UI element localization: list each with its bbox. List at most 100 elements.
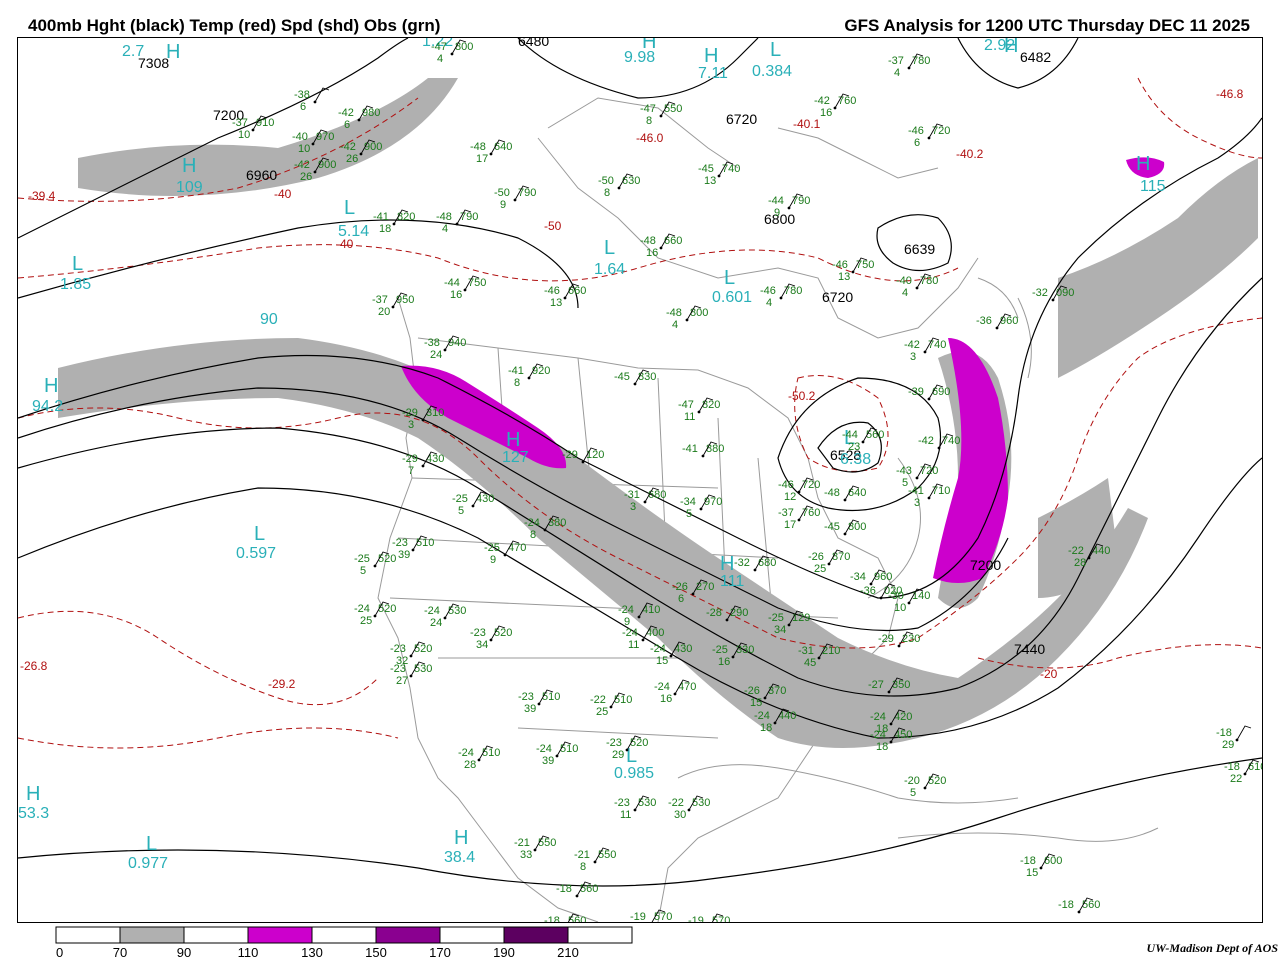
temp-label: -40.1	[793, 117, 821, 131]
station-temp: -36	[976, 315, 992, 327]
station-temp: -24	[654, 681, 670, 693]
temp-label: -50.2	[788, 389, 816, 403]
station-dewpoint: 9	[490, 554, 496, 566]
station-height: 400	[646, 627, 664, 639]
station-obs: -18 610 22	[1224, 759, 1262, 785]
station-temp: -45	[824, 521, 840, 533]
station-height: 450	[894, 729, 912, 741]
center-value: 109	[176, 179, 203, 196]
station-dewpoint: 29	[1222, 739, 1234, 751]
station-height: 530	[448, 605, 466, 617]
station-dewpoint: 3	[914, 497, 920, 509]
station-height: 440	[778, 710, 796, 722]
station-dewpoint: 9	[774, 207, 780, 219]
station-height: 210	[822, 645, 840, 657]
station-dewpoint: 18	[760, 722, 772, 734]
station-dewpoint: 10	[298, 143, 310, 155]
station-temp: -43	[896, 465, 912, 477]
station-temp: -32	[734, 557, 750, 569]
station-obs: -21 550 8	[574, 847, 616, 873]
station-dewpoint: 18	[379, 223, 391, 235]
station-temp: -29	[402, 453, 418, 465]
station-temp: -31	[624, 489, 640, 501]
station-obs: -47 820 11	[678, 397, 720, 423]
station-temp: -32	[1032, 287, 1048, 299]
station-dewpoint: 28	[1074, 557, 1086, 569]
station-dewpoint: 11	[684, 411, 695, 423]
station-temp: -42	[904, 339, 920, 351]
station-height: 820	[397, 211, 415, 223]
station-dewpoint: 4	[437, 53, 443, 65]
height-label: 7200	[970, 557, 1001, 573]
station-dewpoint: 24	[430, 349, 442, 361]
station-height: 820	[702, 399, 720, 411]
station-temp: -18	[1216, 727, 1232, 739]
station-obs: -44 750 16	[444, 275, 486, 301]
station-temp: -30	[888, 590, 904, 602]
station-temp: -23	[614, 797, 630, 809]
height-label: 7440	[1014, 641, 1045, 657]
station-temp: -46	[778, 479, 794, 491]
station-temp: -45	[614, 371, 630, 383]
station-height: 370	[768, 685, 786, 697]
temp-label: -20	[1040, 667, 1058, 681]
station-obs: -24 530 24	[424, 603, 466, 629]
station-height: 270	[696, 581, 714, 593]
colorbar-tick-label: 170	[429, 945, 451, 958]
station-obs: -37 950 20	[372, 292, 414, 318]
station-temp: -24	[536, 743, 552, 755]
station-obs: -50 790 9	[494, 185, 536, 211]
station-height: 750	[468, 277, 486, 289]
station-temp: -22	[590, 694, 606, 706]
station-obs: -25 430 5	[452, 491, 494, 517]
height-label: 6720	[726, 111, 757, 127]
height-label: 6480	[518, 38, 549, 49]
station-dewpoint: 30	[674, 809, 686, 821]
station-temp: -25	[452, 493, 468, 505]
station-dewpoint: 4	[442, 223, 448, 235]
station-height: 920	[532, 365, 550, 377]
station-height: 520	[378, 553, 396, 565]
colorbar-tick-label: 130	[301, 945, 323, 958]
station-dewpoint: 8	[646, 115, 652, 127]
station-temp: -29	[878, 633, 894, 645]
center-value: 53.3	[18, 805, 49, 822]
station-temp: -25	[354, 553, 370, 565]
station-height: 660	[664, 235, 682, 247]
station-height: 560	[866, 429, 884, 441]
center-value: 0.977	[128, 855, 168, 872]
station-obs: -1829	[1216, 725, 1252, 751]
temp-label: -46.8	[1216, 87, 1244, 101]
station-height: 880	[706, 443, 724, 455]
center-letter: L	[770, 39, 781, 61]
station-height: 970	[704, 496, 722, 508]
station-temp: -23	[606, 737, 622, 749]
station-height: 520	[414, 643, 432, 655]
station-obs: -38 940 24	[424, 335, 466, 361]
station-obs: -45 740 13	[698, 161, 740, 187]
temp-label: -29.2	[268, 677, 296, 691]
station-height: 510	[614, 694, 632, 706]
station-temp: -21	[574, 849, 590, 861]
colorbar-box	[247, 926, 313, 944]
station-dewpoint: 5	[910, 787, 916, 799]
station-height: 380	[548, 517, 566, 529]
station-temp: -48	[436, 211, 452, 223]
center-value: 0.985	[614, 765, 654, 782]
station-obs: -48 800 4	[666, 305, 708, 331]
station-obs: -41 710 3	[908, 483, 950, 509]
station-height: 960	[874, 571, 892, 583]
station-obs: -37 910 10	[232, 115, 274, 141]
station-height: 720	[932, 125, 950, 137]
center-value: 94.2	[32, 398, 63, 415]
station-obs: -23 530 11	[614, 795, 656, 821]
station-height: 140	[912, 590, 930, 602]
station-dewpoint: 15	[1026, 867, 1038, 879]
station-obs: -47 550 8	[640, 101, 682, 127]
station-dewpoint: 8	[604, 187, 610, 199]
station-height: 900	[364, 141, 382, 153]
station-temp: -27	[868, 679, 884, 691]
station-temp: -24	[524, 517, 540, 529]
colorbar-box	[439, 926, 505, 944]
station-height: 530	[638, 797, 656, 809]
